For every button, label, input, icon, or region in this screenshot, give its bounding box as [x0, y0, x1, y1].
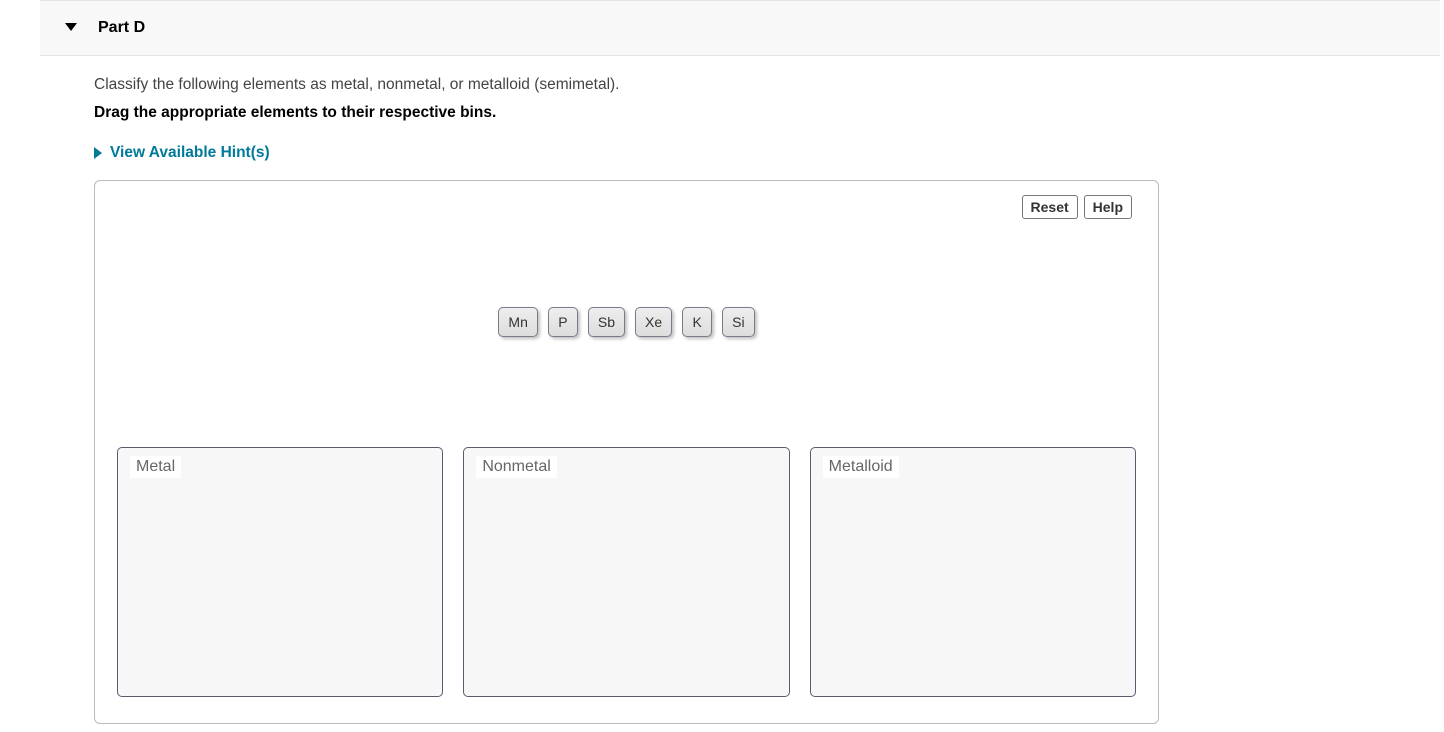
chip-p[interactable]: P: [548, 307, 578, 337]
hints-toggle[interactable]: View Available Hint(s): [94, 144, 1200, 162]
bins-row: Metal Nonmetal Metalloid: [111, 447, 1142, 707]
bin-metal[interactable]: Metal: [117, 447, 443, 697]
bin-label-metalloid: Metalloid: [823, 456, 899, 478]
part-header[interactable]: Part D: [40, 0, 1440, 56]
collapse-triangle-icon: [65, 23, 77, 31]
part-title: Part D: [98, 19, 145, 36]
question-text: Classify the following elements as metal…: [94, 76, 1200, 94]
hints-label: View Available Hint(s): [110, 144, 270, 162]
workspace: Reset Help Mn P Sb Xe K Si Metal Nonmeta…: [94, 180, 1159, 724]
content-area: Classify the following elements as metal…: [0, 56, 1200, 724]
drag-source-area: Mn P Sb Xe K Si: [111, 257, 1142, 387]
chip-sb[interactable]: Sb: [588, 307, 625, 337]
instruction-text: Drag the appropriate elements to their r…: [94, 104, 1200, 122]
bin-metalloid[interactable]: Metalloid: [810, 447, 1136, 697]
bin-label-nonmetal: Nonmetal: [476, 456, 556, 478]
chip-k[interactable]: K: [682, 307, 712, 337]
help-button[interactable]: Help: [1084, 195, 1132, 219]
chip-si[interactable]: Si: [722, 307, 754, 337]
chip-mn[interactable]: Mn: [498, 307, 537, 337]
bin-label-metal: Metal: [130, 456, 181, 478]
workspace-buttons: Reset Help: [1022, 195, 1132, 219]
page-root: Part D Classify the following elements a…: [0, 0, 1444, 724]
reset-button[interactable]: Reset: [1022, 195, 1078, 219]
bin-nonmetal[interactable]: Nonmetal: [463, 447, 789, 697]
expand-triangle-icon: [94, 147, 102, 159]
chip-xe[interactable]: Xe: [635, 307, 672, 337]
